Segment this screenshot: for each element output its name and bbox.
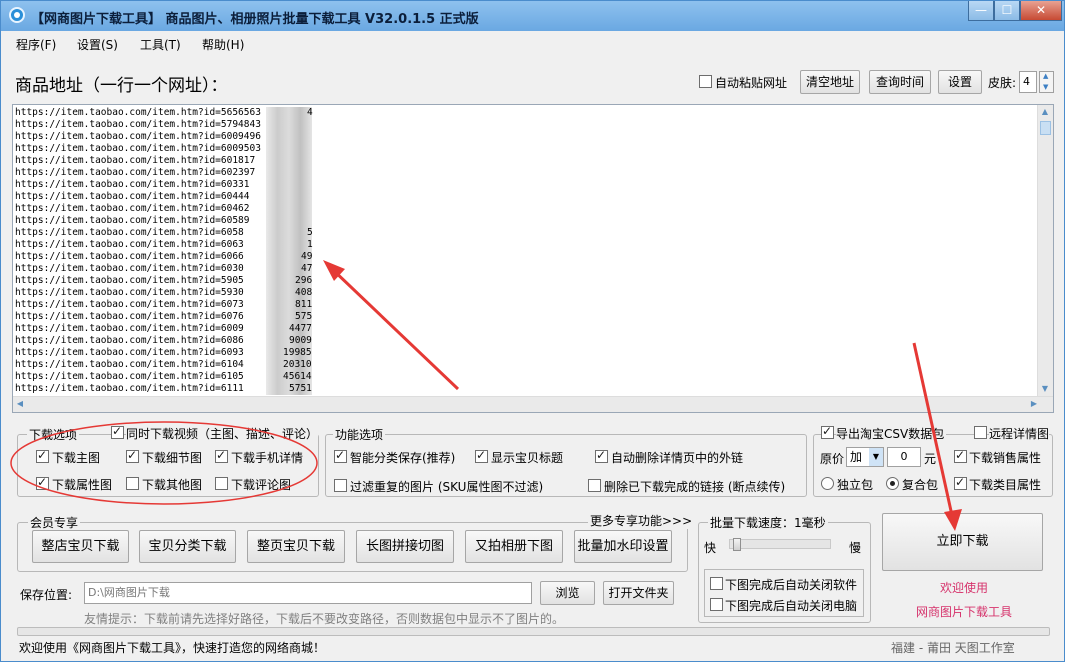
annotation-arrowhead-2 xyxy=(944,509,962,531)
url-line-tail: 45614 xyxy=(283,371,312,383)
url-line-tail: 811 xyxy=(295,299,312,311)
url-line-tail: 4477 xyxy=(289,323,312,335)
url-line-tail: 296 xyxy=(295,275,312,287)
url-line-tail: 4 xyxy=(307,107,313,119)
url-line-tail: 5 xyxy=(307,227,313,239)
url-line-tail: 49 xyxy=(301,251,312,263)
url-line-tail: 20310 xyxy=(283,359,312,371)
url-line-tail: 575 xyxy=(295,311,312,323)
url-line-tail: 9009 xyxy=(289,335,312,347)
url-line-tail: 408 xyxy=(295,287,312,299)
annotation-ellipse xyxy=(11,422,317,504)
url-line-tail: 1 xyxy=(307,239,313,251)
annotation-overlay xyxy=(1,1,1064,661)
url-line-tail: 5751 xyxy=(289,383,312,395)
annotation-arrow-line-2 xyxy=(914,343,953,520)
url-line-tail: 47 xyxy=(301,263,312,275)
app-window: 【网商图片下载工具】 商品图片、相册照片批量下载工具 V32.0.1.5 正式版… xyxy=(0,0,1065,662)
url-line-tail: 19985 xyxy=(283,347,312,359)
annotation-arrow-line-1 xyxy=(331,268,458,389)
